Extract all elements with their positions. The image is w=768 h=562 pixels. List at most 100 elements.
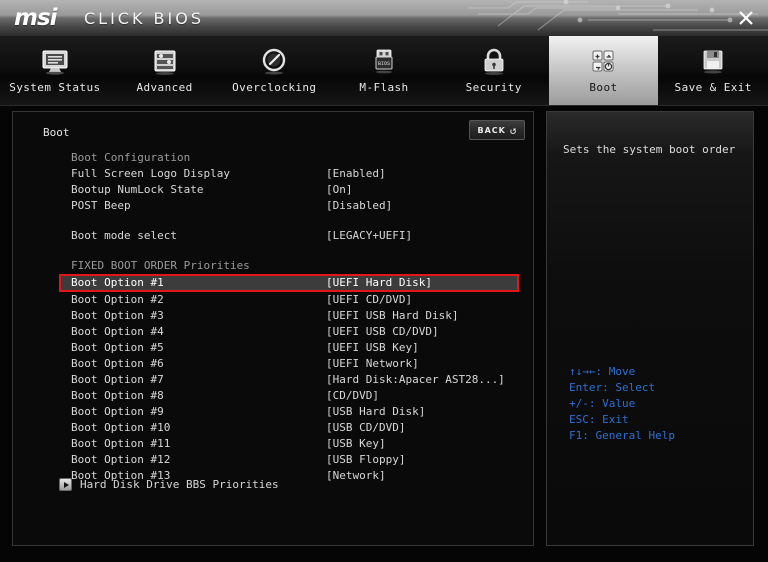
- nav-label: Advanced: [136, 80, 193, 94]
- setting-row[interactable]: Full Screen Logo Display [Enabled]: [13, 166, 533, 182]
- submenu-label: Hard Disk Drive BBS Priorities: [80, 478, 279, 491]
- setting-value: [UEFI USB Hard Disk]: [326, 309, 459, 322]
- settings-list: Boot Configuration Full Screen Logo Disp…: [13, 150, 533, 484]
- setting-label: Boot Option #4: [71, 325, 164, 338]
- nav-item-advanced[interactable]: Advanced: [110, 36, 220, 105]
- nav-item-boot[interactable]: Boot: [548, 36, 659, 105]
- usb-drive-icon: BIOS: [375, 49, 393, 73]
- setting-value: [Network]: [326, 469, 386, 482]
- setting-value: [Enabled]: [326, 167, 386, 180]
- boot-option-row[interactable]: Boot Option #5 [UEFI USB Key]: [13, 340, 533, 356]
- settings-panel: Boot BACK ↺ Boot Configuration Full Scre…: [12, 111, 534, 546]
- nav-label: Security: [465, 80, 522, 94]
- sliders-icon: [154, 50, 176, 75]
- circuit-pattern-decoration: [468, 0, 768, 31]
- row-spacer: [13, 244, 533, 258]
- key-hint: +/-: Value: [569, 397, 636, 410]
- setting-label: Full Screen Logo Display: [71, 167, 230, 180]
- submenu-item-hard-disk-bbs[interactable]: Hard Disk Drive BBS Priorities: [59, 478, 279, 491]
- page-title: Boot: [43, 126, 70, 139]
- padlock-icon: [484, 48, 504, 75]
- setting-value: [Hard Disk:Apacer AST28...]: [326, 373, 505, 386]
- group-header-label: Boot Configuration: [71, 151, 191, 164]
- title-bar: msi CLICK BIOS: [0, 0, 768, 36]
- help-description: Sets the system boot order: [563, 143, 736, 156]
- close-icon[interactable]: [736, 8, 756, 28]
- product-title: CLICK BIOS: [84, 9, 204, 28]
- setting-label: Boot Option #12: [71, 453, 171, 466]
- bios-window: msi CLICK BIOS System Status Advanced Ov…: [0, 0, 768, 562]
- setting-value: [UEFI USB Key]: [326, 341, 419, 354]
- help-panel: Sets the system boot order ↑↓→←: Move En…: [546, 111, 754, 546]
- setting-label: Boot Option #3: [71, 309, 164, 322]
- setting-label: Boot Option #8: [71, 389, 164, 402]
- setting-value: [UEFI USB CD/DVD]: [326, 325, 439, 338]
- setting-label: Boot Option #11: [71, 437, 171, 450]
- nav-item-m-flash[interactable]: BIOS M-Flash: [329, 36, 439, 105]
- back-button-label: BACK: [477, 125, 506, 135]
- body-area: Boot BACK ↺ Boot Configuration Full Scre…: [0, 106, 768, 562]
- svg-text:BIOS: BIOS: [378, 61, 390, 67]
- nav-label: M-Flash: [359, 80, 409, 94]
- setting-value: [CD/DVD]: [326, 389, 379, 402]
- key-hint: Enter: Select: [569, 381, 656, 394]
- setting-value: [UEFI Hard Disk]: [326, 276, 432, 289]
- boot-option-row[interactable]: Boot Option #3 [UEFI USB Hard Disk]: [13, 308, 533, 324]
- setting-value: [LEGACY+UEFI]: [326, 229, 413, 242]
- setting-label: Boot Option #10: [71, 421, 171, 434]
- nav-label: System Status: [9, 80, 101, 94]
- setting-value: [USB Hard Disk]: [326, 405, 426, 418]
- setting-label: POST Beep: [71, 199, 131, 212]
- group-header: Boot Configuration: [13, 150, 533, 166]
- setting-value: [UEFI Network]: [326, 357, 419, 370]
- setting-label: Boot Option #9: [71, 405, 164, 418]
- setting-value: [On]: [326, 183, 353, 196]
- setting-row[interactable]: Boot mode select [LEGACY+UEFI]: [13, 228, 533, 244]
- submenu-arrow-icon: [59, 478, 72, 491]
- setting-label: Boot Option #7: [71, 373, 164, 386]
- nav-item-overclocking[interactable]: Overclocking: [219, 36, 329, 105]
- group-header-label: FIXED BOOT ORDER Priorities: [71, 259, 250, 272]
- setting-label: Boot Option #2: [71, 293, 164, 306]
- setting-row[interactable]: POST Beep [Disabled]: [13, 198, 533, 214]
- boot-grid-icon: [592, 50, 614, 71]
- setting-value: [UEFI CD/DVD]: [326, 293, 413, 306]
- back-button[interactable]: BACK ↺: [469, 120, 525, 140]
- monitor-icon: [42, 50, 68, 75]
- boot-option-row[interactable]: Boot Option #9 [USB Hard Disk]: [13, 404, 533, 420]
- setting-value: [USB Floppy]: [326, 453, 406, 466]
- setting-label: Boot Option #1: [71, 276, 164, 289]
- key-hint: F1: General Help: [569, 429, 675, 442]
- group-header: FIXED BOOT ORDER Priorities: [13, 258, 533, 274]
- setting-row[interactable]: Bootup NumLock State [On]: [13, 182, 533, 198]
- setting-label: Boot Option #6: [71, 357, 164, 370]
- boot-option-row-selected[interactable]: Boot Option #1 [UEFI Hard Disk]: [59, 274, 519, 292]
- setting-label: Boot mode select: [71, 229, 177, 242]
- boot-option-row[interactable]: Boot Option #6 [UEFI Network]: [13, 356, 533, 372]
- key-legend: ↑↓→←: Move Enter: Select +/-: Value ESC:…: [569, 364, 675, 444]
- setting-label: Bootup NumLock State: [71, 183, 204, 196]
- floppy-disk-icon: [703, 50, 723, 73]
- gauge-icon: [263, 48, 286, 74]
- main-navigation: System Status Advanced Overclocking BIOS…: [0, 36, 768, 106]
- nav-item-save-exit[interactable]: Save & Exit: [658, 36, 768, 105]
- boot-option-row[interactable]: Boot Option #2 [UEFI CD/DVD]: [13, 292, 533, 308]
- key-hint: ESC: Exit: [569, 413, 629, 426]
- boot-option-row[interactable]: Boot Option #12 [USB Floppy]: [13, 452, 533, 468]
- nav-label: Save & Exit: [674, 80, 752, 94]
- setting-value: [Disabled]: [326, 199, 393, 212]
- back-arrow-icon: ↺: [509, 123, 517, 137]
- key-hint: ↑↓→←: Move: [569, 365, 636, 378]
- boot-option-row[interactable]: Boot Option #11 [USB Key]: [13, 436, 533, 452]
- nav-item-system-status[interactable]: System Status: [0, 36, 110, 105]
- boot-option-row[interactable]: Boot Option #4 [UEFI USB CD/DVD]: [13, 324, 533, 340]
- boot-option-row[interactable]: Boot Option #8 [CD/DVD]: [13, 388, 533, 404]
- row-spacer: [13, 214, 533, 228]
- boot-option-row[interactable]: Boot Option #7 [Hard Disk:Apacer AST28..…: [13, 372, 533, 388]
- setting-value: [USB Key]: [326, 437, 386, 450]
- nav-label: Overclocking: [232, 80, 317, 94]
- boot-option-row[interactable]: Boot Option #10 [USB CD/DVD]: [13, 420, 533, 436]
- setting-value: [USB CD/DVD]: [326, 421, 406, 434]
- setting-label: Boot Option #5: [71, 341, 164, 354]
- nav-item-security[interactable]: Security: [439, 36, 549, 105]
